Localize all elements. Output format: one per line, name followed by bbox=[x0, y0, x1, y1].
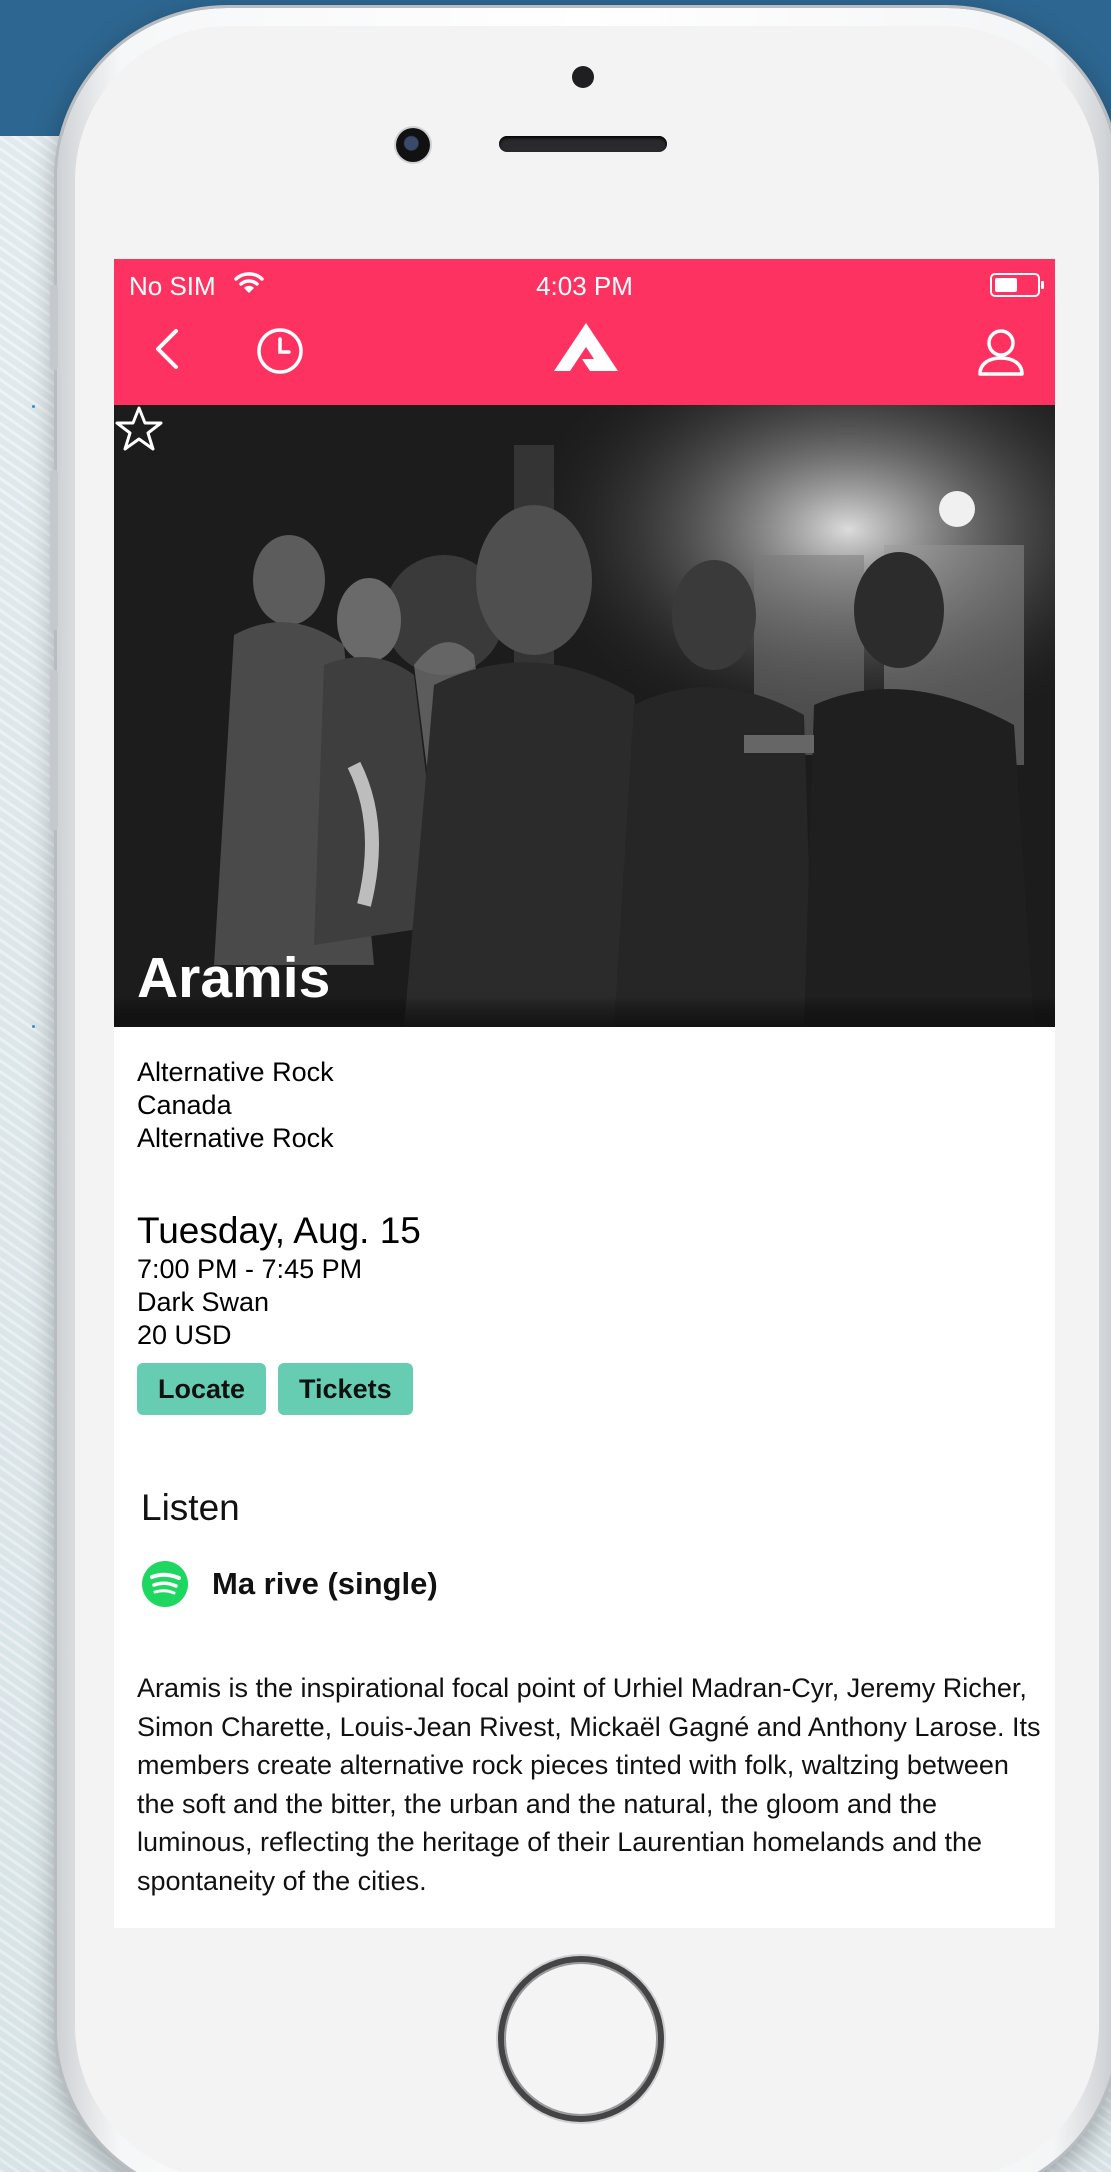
event-price: 20 USD bbox=[137, 1320, 232, 1350]
home-button[interactable] bbox=[498, 1956, 664, 2122]
proximity-sensor bbox=[572, 66, 594, 88]
event-details: Tuesday, Aug. 15 7:00 PM - 7:45 PM Dark … bbox=[137, 1209, 421, 1352]
volume-up-button bbox=[50, 470, 58, 630]
app-screen: No SIM 4:03 PM Aramis Alternative Rock C… bbox=[114, 259, 1055, 1928]
artist-category: Alternative Rock bbox=[137, 1123, 334, 1153]
event-time: 7:00 PM - 7:45 PM bbox=[137, 1254, 363, 1284]
logo-icon[interactable] bbox=[552, 321, 620, 373]
front-camera bbox=[396, 128, 430, 162]
event-venue: Dark Swan bbox=[137, 1287, 270, 1317]
artist-hero-image: Aramis bbox=[114, 405, 1055, 1027]
locate-button[interactable]: Locate bbox=[137, 1363, 267, 1415]
profile-icon[interactable] bbox=[977, 327, 1025, 377]
concert-photo bbox=[114, 405, 1055, 1027]
background-dot bbox=[32, 1025, 35, 1028]
app-header: No SIM 4:03 PM bbox=[114, 259, 1055, 405]
background-dot bbox=[32, 405, 35, 408]
status-time: 4:03 PM bbox=[536, 271, 633, 301]
battery-icon bbox=[990, 273, 1044, 297]
back-icon[interactable] bbox=[152, 327, 182, 371]
event-date: Tuesday, Aug. 15 bbox=[137, 1210, 421, 1251]
artist-bio: Aramis is the inspirational focal point … bbox=[137, 1673, 1041, 1896]
tickets-button[interactable]: Tickets bbox=[278, 1363, 413, 1415]
spotify-icon bbox=[142, 1561, 188, 1607]
artist-genre: Alternative Rock bbox=[137, 1057, 334, 1087]
track-link[interactable]: Ma rive (single) bbox=[142, 1561, 438, 1607]
listen-heading: Listen bbox=[141, 1487, 240, 1528]
earpiece-speaker bbox=[499, 136, 667, 152]
artist-name: Aramis bbox=[137, 946, 331, 1010]
favorite-star-icon[interactable] bbox=[114, 405, 164, 453]
history-icon[interactable] bbox=[256, 327, 304, 375]
volume-down-button bbox=[50, 670, 58, 830]
track-title[interactable]: Ma rive (single) bbox=[212, 1566, 438, 1602]
artist-details: Alternative Rock Canada Alternative Rock bbox=[137, 1056, 334, 1155]
mute-switch bbox=[50, 285, 58, 370]
action-buttons: Locate Tickets bbox=[137, 1363, 413, 1415]
artist-country: Canada bbox=[137, 1090, 232, 1120]
